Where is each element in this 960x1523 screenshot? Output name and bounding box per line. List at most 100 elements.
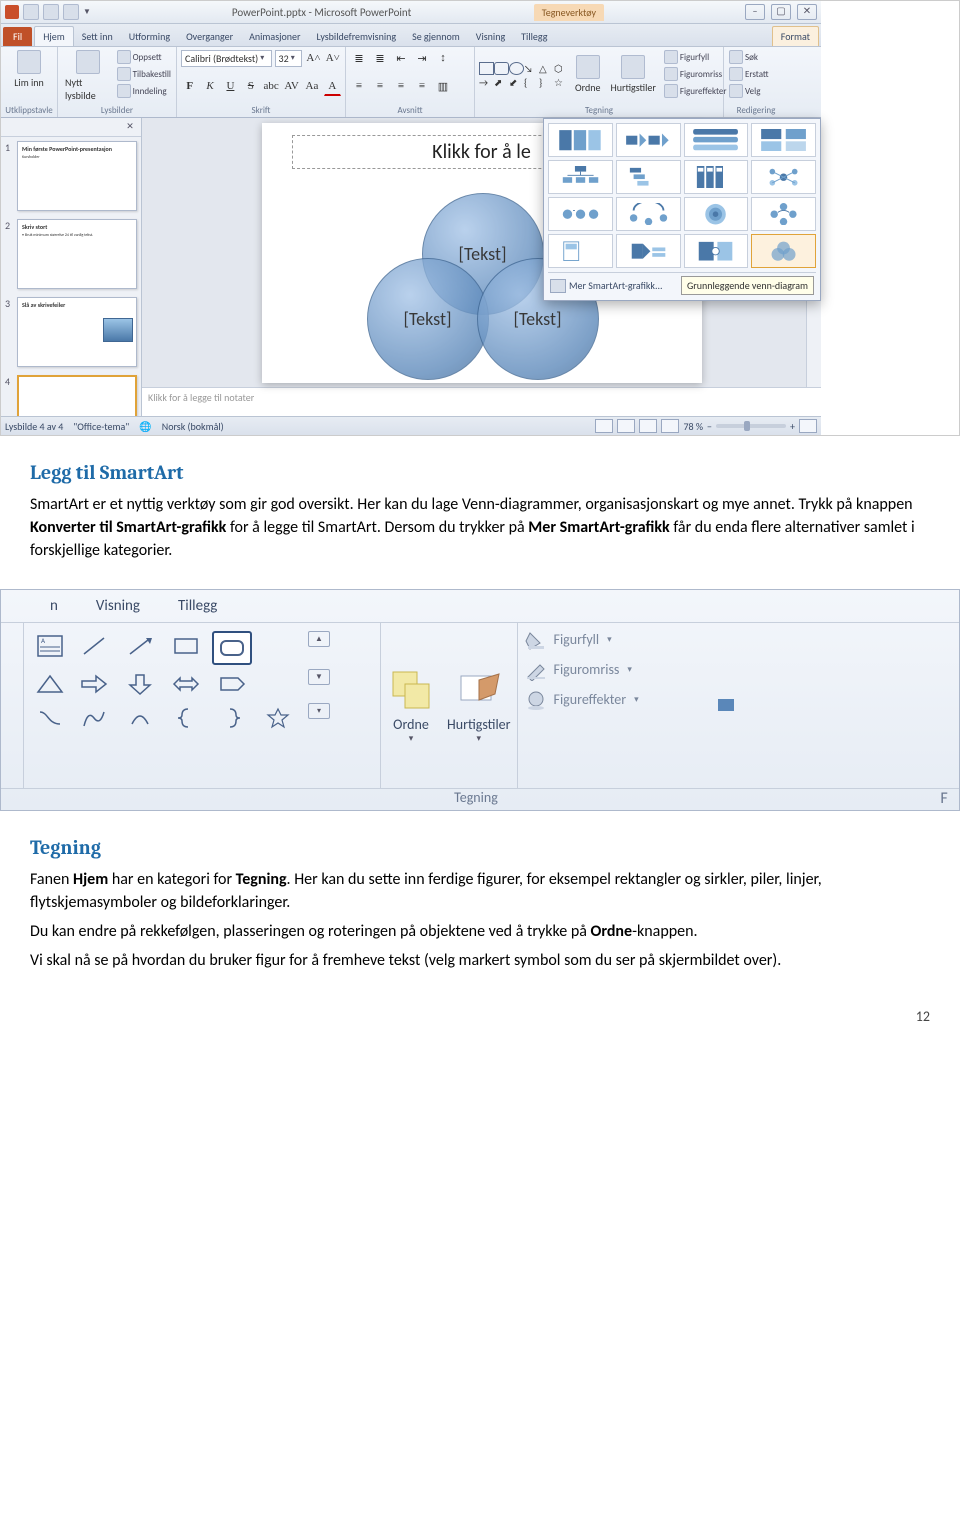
reset-button[interactable]: Tilbakestill — [116, 66, 172, 82]
tab-transitions[interactable]: Overganger — [178, 27, 241, 46]
close-button[interactable]: ✕ — [797, 4, 817, 20]
align-center-button[interactable]: ≡ — [371, 77, 389, 95]
new-slide-button[interactable]: Nytt lysbilde — [62, 49, 114, 103]
tg-tab-addins[interactable]: Tillegg — [159, 590, 236, 622]
case-button[interactable]: Aa — [303, 77, 320, 95]
shape-pentagon-arrow-icon[interactable] — [212, 669, 252, 699]
gallery-item[interactable] — [751, 160, 816, 194]
gallery-item[interactable] — [751, 197, 816, 231]
grow-font-icon[interactable]: A˄ — [305, 49, 321, 67]
gallery-item[interactable] — [616, 234, 681, 268]
tab-design[interactable]: Utforming — [121, 27, 178, 46]
gallery-item[interactable] — [616, 160, 681, 194]
shape-rightbrace-icon[interactable] — [212, 703, 252, 733]
shrink-font-icon[interactable]: A˅ — [325, 49, 341, 67]
tab-slideshow[interactable]: Lysbildefremvisning — [309, 27, 405, 46]
shape-connector-icon[interactable] — [32, 703, 68, 733]
replace-button[interactable]: Erstatt — [728, 66, 784, 82]
quickstyles-button[interactable]: Hurtigstiler — [607, 54, 658, 95]
zoom-out-button[interactable]: − — [707, 420, 712, 433]
shapeoutline-button[interactable]: Figuromriss — [663, 66, 728, 82]
arrange-button-big[interactable]: Ordne ▾ — [387, 666, 435, 744]
thumbnail-2[interactable]: 2 Skriv stort • Bruk minimum størrelse 2… — [1, 215, 141, 293]
qat-undo-icon[interactable] — [43, 4, 59, 20]
tab-format[interactable]: Format — [772, 26, 819, 46]
tab-file[interactable]: Fil — [3, 27, 32, 46]
strike-button[interactable]: S — [242, 77, 259, 95]
font-color-button[interactable]: A — [324, 77, 341, 96]
view-normal-button[interactable] — [595, 419, 613, 433]
gallery-item[interactable] — [548, 123, 613, 157]
align-left-button[interactable]: ≡ — [350, 77, 368, 95]
shapes-more[interactable]: ▾ — [308, 703, 330, 719]
gallery-item[interactable] — [684, 123, 749, 157]
numbering-button[interactable]: ≣ — [371, 49, 389, 67]
gallery-item[interactable] — [616, 123, 681, 157]
bullets-button[interactable]: ≣ — [350, 49, 368, 67]
shape-rectangle-icon[interactable] — [166, 631, 206, 661]
tab-addins[interactable]: Tillegg — [513, 27, 555, 46]
gallery-item[interactable] — [548, 160, 613, 194]
view-reading-button[interactable] — [639, 419, 657, 433]
shape-ellipse-icon[interactable] — [509, 62, 524, 75]
tab-animations[interactable]: Animasjoner — [241, 27, 308, 46]
paste-button[interactable]: Lim inn — [5, 49, 53, 90]
shape-roundrect-icon-selected[interactable] — [212, 631, 252, 665]
gallery-item[interactable] — [684, 234, 749, 268]
shapeeffects-button[interactable]: Figureffekter — [663, 83, 728, 99]
shape-textbox-icon[interactable]: A — [32, 631, 68, 661]
shadow-button[interactable]: abc — [263, 77, 280, 95]
linespacing-button[interactable]: ↕ — [434, 49, 452, 67]
venn-circle-2[interactable]: [Tekst] — [367, 258, 489, 380]
underline-button[interactable]: U — [222, 77, 239, 95]
gallery-item[interactable] — [684, 197, 749, 231]
zoom-in-button[interactable]: + — [790, 420, 795, 433]
select-button[interactable]: Velg — [728, 83, 784, 99]
section-button[interactable]: Inndeling — [116, 83, 172, 99]
shapefill-button[interactable]: Figurfyll — [663, 49, 728, 65]
shape-curve-icon[interactable] — [74, 703, 114, 733]
shapeoutline-row[interactable]: Figuromriss — [524, 659, 704, 681]
restore-button[interactable]: ▢ — [771, 4, 791, 20]
tab-review[interactable]: Se gjennom — [404, 27, 468, 46]
tab-view[interactable]: Visning — [468, 27, 513, 46]
gallery-item[interactable] — [548, 197, 613, 231]
zoom-slider[interactable] — [716, 424, 786, 428]
tab-home[interactable]: Hjem — [34, 26, 74, 46]
arrange-button[interactable]: Ordne — [572, 54, 603, 95]
shape-roundrect-icon[interactable] — [494, 62, 509, 75]
align-right-button[interactable]: ≡ — [392, 77, 410, 95]
dedent-button[interactable]: ⇤ — [392, 49, 410, 67]
find-button[interactable]: Søk — [728, 49, 784, 65]
font-size-combo[interactable]: 32 — [275, 50, 303, 67]
qat-save-icon[interactable] — [23, 4, 39, 20]
thumbnail-1[interactable]: 1 Min første PowerPoint-presentasjon Kur… — [1, 137, 141, 215]
shapes-scroll-down[interactable]: ▼ — [308, 669, 330, 685]
font-name-combo[interactable]: Calibri (Brødtekst) — [181, 50, 272, 67]
tab-insert[interactable]: Sett inn — [74, 27, 121, 46]
close-panel-icon[interactable]: ✕ — [123, 120, 137, 134]
shape-right-arrow-icon[interactable] — [74, 669, 114, 699]
gallery-item[interactable] — [548, 234, 613, 268]
shape-line-icon[interactable] — [74, 631, 114, 661]
shapes-scroll-up[interactable]: ▲ — [308, 631, 330, 647]
more-smartart-link[interactable]: Mer SmartArt-grafikk... — [550, 279, 663, 293]
shape-star-icon[interactable] — [258, 703, 298, 733]
thumbnail-4[interactable]: 4 — [1, 371, 141, 416]
gallery-item[interactable] — [751, 123, 816, 157]
notes-placeholder[interactable]: Klikk for å legge til notater — [142, 387, 821, 416]
shape-leftbrace-icon[interactable] — [166, 703, 206, 733]
shapeeffects-row[interactable]: Figureffekter — [524, 689, 704, 711]
shape-double-arrow-icon[interactable] — [166, 669, 206, 699]
shape-arrow-line-icon[interactable] — [120, 631, 160, 661]
layout-button[interactable]: Oppsett — [116, 49, 172, 65]
columns-button[interactable]: ▥ — [434, 77, 452, 95]
shapefill-row[interactable]: Figurfyll — [524, 629, 704, 651]
quickstyles-button-big[interactable]: Hurtigstiler ▾ — [447, 666, 511, 744]
shape-down-arrow-icon[interactable] — [120, 669, 160, 699]
shape-rect-icon[interactable] — [479, 62, 494, 75]
minimize-button[interactable]: – — [745, 4, 765, 20]
italic-button[interactable]: K — [201, 77, 218, 95]
gallery-item[interactable] — [616, 197, 681, 231]
bold-button[interactable]: F — [181, 77, 198, 95]
